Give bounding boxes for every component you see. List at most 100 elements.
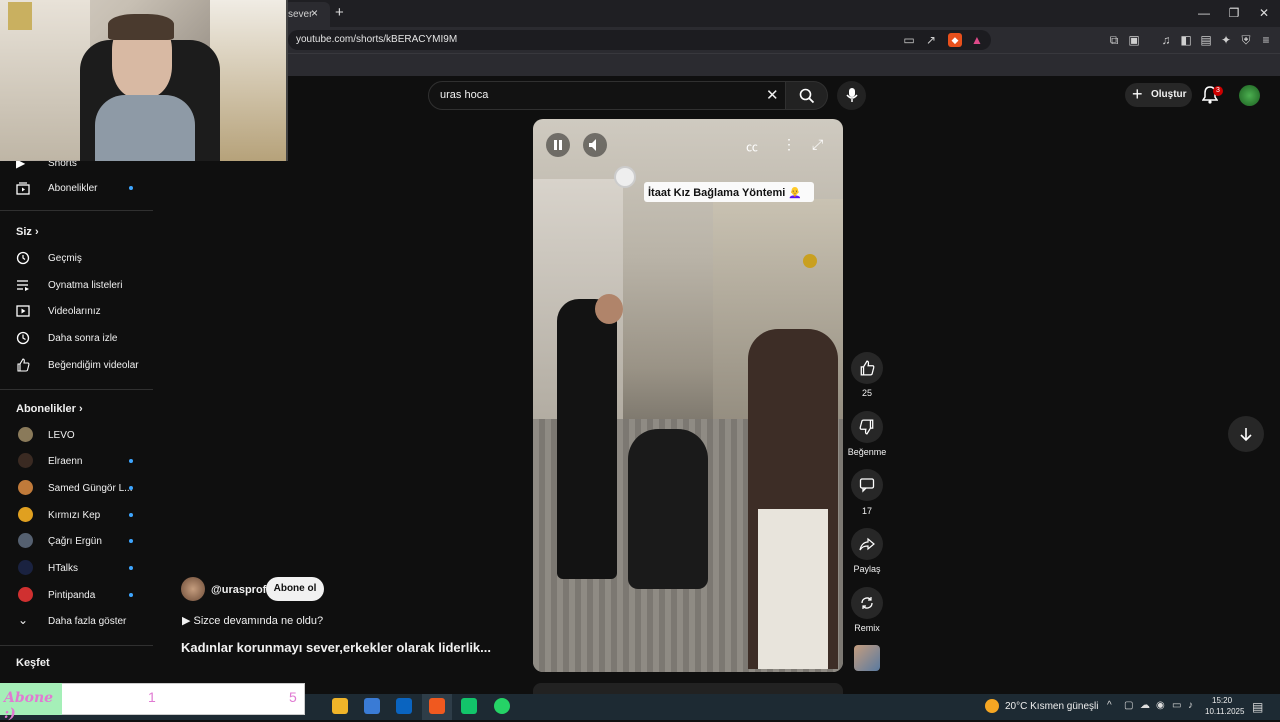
subscriptions-section-header[interactable]: Abonelikler › xyxy=(16,403,83,415)
pause-icon xyxy=(554,140,562,150)
captions-icon[interactable]: ㏄ xyxy=(746,138,758,155)
clock-time[interactable]: 15:20 xyxy=(1212,696,1232,705)
account-avatar[interactable] xyxy=(1239,85,1260,106)
channel-name: HTalks xyxy=(48,563,79,574)
sidebar-channel-pintipanda[interactable]: Pintipanda xyxy=(10,582,144,608)
close-window-button[interactable]: ✕ xyxy=(1256,6,1272,20)
brave-shield-icon[interactable]: ◆ xyxy=(948,33,962,47)
vpn-icon[interactable]: ⛨ xyxy=(1239,33,1253,47)
channel-avatar xyxy=(18,480,33,495)
sidebar-channel-cagri-ergun[interactable]: Çağrı Ergün xyxy=(10,528,144,554)
new-content-dot xyxy=(129,513,133,517)
tray-icon[interactable]: ▢ xyxy=(1124,700,1133,711)
dislike-button[interactable] xyxy=(851,411,883,443)
search-query: uras hoca xyxy=(440,89,489,101)
app-icon[interactable] xyxy=(461,698,477,714)
menu-icon[interactable]: ≡ xyxy=(1259,33,1273,47)
next-short-button[interactable] xyxy=(1228,416,1264,452)
address-url: youtube.com/shorts/kBERACYMI9M xyxy=(296,34,458,45)
mute-button[interactable] xyxy=(583,133,607,157)
dislike-label: Beğenme xyxy=(847,447,887,457)
create-label: Oluştur xyxy=(1151,89,1187,100)
explore-section-header: Keşfet xyxy=(16,657,50,669)
subscriber-goal-label: Abone :) xyxy=(0,683,62,722)
chevron-down-icon: ⌄ xyxy=(18,613,29,627)
weather-text[interactable]: 20°C Kısmen güneşli xyxy=(1005,701,1099,712)
sidebar-item-watch-later[interactable]: Daha sonra izle xyxy=(10,325,144,351)
clock-date[interactable]: 10.11.2025 xyxy=(1205,707,1244,716)
subscribe-button[interactable]: Abone ol xyxy=(266,577,324,601)
speaker-icon[interactable]: ♪ xyxy=(1188,700,1193,711)
new-content-dot xyxy=(129,186,133,190)
share-button[interactable] xyxy=(851,528,883,560)
channel-handle[interactable]: @urasprof xyxy=(211,584,266,596)
sound-thumbnail[interactable] xyxy=(854,645,880,671)
remix-button[interactable] xyxy=(851,587,883,619)
channel-avatar xyxy=(18,427,33,442)
new-tab-button[interactable]: + xyxy=(335,4,344,21)
you-header-label: Siz xyxy=(16,226,32,238)
sidebar-show-more[interactable]: ⌄ Daha fazla göster xyxy=(10,608,144,634)
channel-avatar xyxy=(18,507,33,522)
outlook-icon[interactable] xyxy=(396,698,412,714)
sidebar-channel-samed-gungor[interactable]: Samed Güngör L... xyxy=(10,475,144,501)
sidebar-channel-kirmizi-kep[interactable]: Kırmızı Kep xyxy=(10,502,144,528)
playlist-icon xyxy=(17,280,29,291)
cast-icon[interactable]: ▭ xyxy=(902,33,916,47)
tab-close-icon[interactable]: × xyxy=(311,6,318,20)
brave-rewards-icon[interactable]: ▲ xyxy=(970,33,984,47)
channel-name: Çağrı Ergün xyxy=(48,536,102,547)
whatsapp-icon[interactable] xyxy=(494,698,510,714)
pause-button[interactable] xyxy=(546,133,570,157)
sidebar-item-subscriptions[interactable]: Abonelikler xyxy=(10,175,144,201)
minimize-button[interactable]: — xyxy=(1196,6,1212,20)
subscriber-goal-current: 1 xyxy=(148,689,156,705)
sidebar-item-your-videos[interactable]: Videolarınız xyxy=(10,298,144,324)
sidebar-channel-elraenn[interactable]: Elraenn xyxy=(10,448,144,474)
file-explorer-icon[interactable] xyxy=(332,698,348,714)
sidebar-channel-htalks[interactable]: HTalks xyxy=(10,555,144,581)
network-icon[interactable]: ▭ xyxy=(1172,700,1181,711)
sidebar-divider xyxy=(0,645,153,646)
wallet-icon[interactable]: ▤ xyxy=(1199,33,1213,47)
tab-title: sever xyxy=(288,9,313,20)
store-icon[interactable] xyxy=(364,698,380,714)
webcam-overlay xyxy=(0,0,288,161)
channel-name: LEVO xyxy=(48,430,75,441)
description-link[interactable]: ▶ Sizce devamında ne oldu? xyxy=(182,614,323,627)
search-button[interactable] xyxy=(786,81,828,110)
chevron-right-icon: › xyxy=(34,226,39,238)
tray-icon[interactable]: ◉ xyxy=(1156,700,1165,711)
channel-name: Elraenn xyxy=(48,456,83,467)
brave-browser-icon[interactable] xyxy=(429,698,445,714)
leo-ai-icon[interactable]: ✦ xyxy=(1219,33,1233,47)
more-options-icon[interactable]: ⋮ xyxy=(782,136,796,153)
tab-search-icon[interactable]: ▣ xyxy=(1127,33,1141,47)
chevron-up-icon[interactable]: ^ xyxy=(1107,700,1112,711)
voice-search-button[interactable] xyxy=(837,81,866,110)
browser-tab[interactable]: sever xyxy=(284,2,330,27)
clear-search-icon[interactable]: ✕ xyxy=(766,86,779,104)
history-icon xyxy=(16,251,30,265)
fullscreen-icon[interactable]: ⤢ xyxy=(812,136,823,153)
sidebar-item-label: Oynatma listeleri xyxy=(48,280,123,291)
extensions-icon[interactable]: ⧉ xyxy=(1107,33,1121,47)
channel-avatar[interactable] xyxy=(181,577,205,601)
sidebar-item-playlists[interactable]: Oynatma listeleri xyxy=(10,272,144,298)
cloud-icon[interactable]: ☁ xyxy=(1140,700,1150,711)
you-section-header[interactable]: Siz › xyxy=(16,226,39,238)
share-icon[interactable]: ↗ xyxy=(924,33,938,47)
sidebar-channel-levo[interactable]: LEVO xyxy=(10,422,144,448)
comment-icon xyxy=(859,478,875,493)
sidebar-item-history[interactable]: Geçmiş xyxy=(10,245,144,271)
comments-button[interactable] xyxy=(851,469,883,501)
sidebar-toggle-icon[interactable]: ◧ xyxy=(1179,33,1193,47)
new-content-dot xyxy=(129,459,133,463)
channel-avatar xyxy=(18,453,33,468)
notification-center-icon[interactable]: ▤ xyxy=(1252,700,1263,714)
chevron-right-icon: › xyxy=(78,403,83,415)
restore-button[interactable]: ❐ xyxy=(1226,6,1242,20)
sidebar-item-liked-videos[interactable]: Beğendiğim videolar xyxy=(10,352,144,378)
like-button[interactable] xyxy=(851,352,883,384)
media-icon[interactable]: ♫ xyxy=(1159,33,1173,47)
